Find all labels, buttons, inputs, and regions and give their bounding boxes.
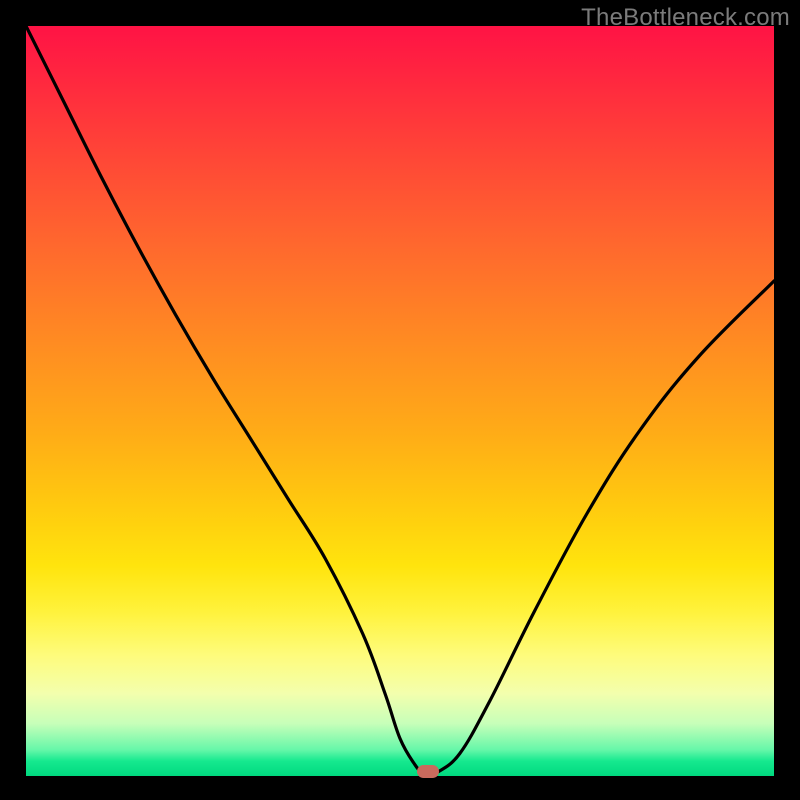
optimal-point-marker bbox=[417, 765, 439, 778]
curve-path bbox=[26, 26, 774, 774]
bottleneck-curve bbox=[26, 26, 774, 776]
watermark-text: TheBottleneck.com bbox=[581, 4, 790, 32]
chart-frame: TheBottleneck.com bbox=[0, 0, 800, 800]
